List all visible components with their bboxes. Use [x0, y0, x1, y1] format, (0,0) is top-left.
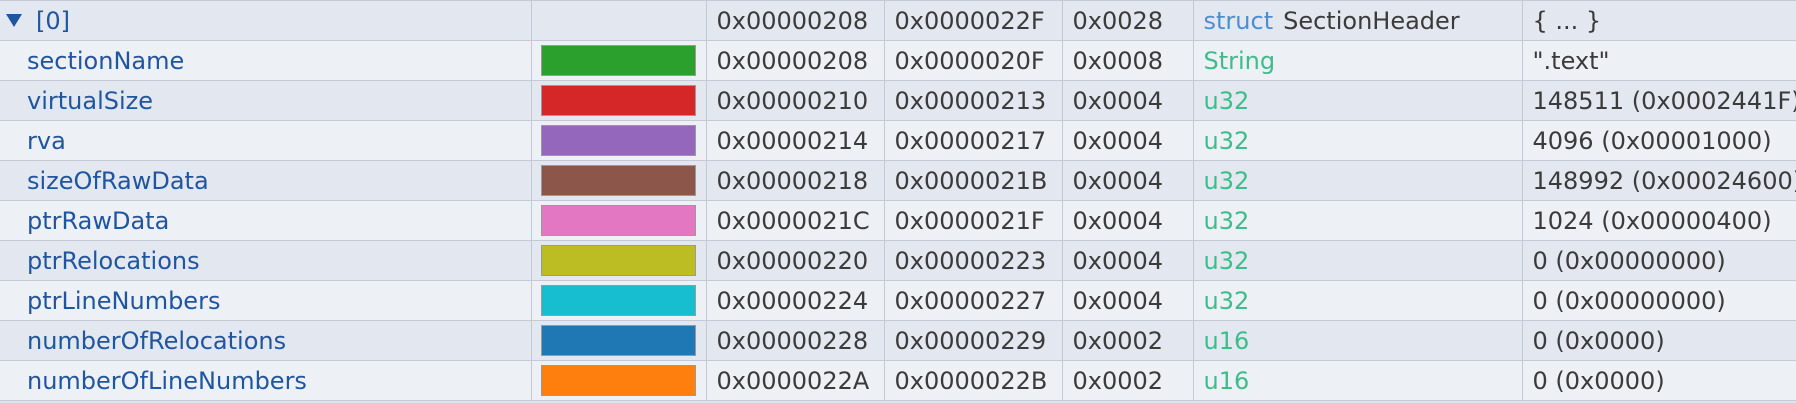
struct-size: 0x0028 — [1062, 0, 1194, 41]
field-start-address: 0x0000022A — [706, 360, 885, 401]
field-color-cell — [531, 240, 707, 281]
field-type: u32 — [1193, 160, 1523, 201]
field-size: 0x0004 — [1062, 200, 1194, 241]
field-value: 0 (0x00000000) — [1522, 280, 1796, 321]
field-size: 0x0004 — [1062, 160, 1194, 201]
field-end-address: 0x00000217 — [884, 120, 1063, 161]
field-end-address: 0x00000213 — [884, 80, 1063, 121]
struct-start-address: 0x00000208 — [706, 0, 885, 41]
field-type: u32 — [1193, 200, 1523, 241]
color-swatch — [540, 365, 696, 396]
struct-type-cell: struct SectionHeader — [1193, 0, 1523, 41]
field-type: u16 — [1193, 360, 1523, 401]
field-type: u32 — [1193, 80, 1523, 121]
color-swatch — [540, 85, 696, 116]
field-end-address: 0x00000229 — [884, 320, 1063, 361]
struct-name-cell[interactable]: [0] — [0, 0, 532, 41]
field-color-cell — [531, 320, 707, 361]
field-size: 0x0002 — [1062, 360, 1194, 401]
field-type: u32 — [1193, 120, 1523, 161]
color-swatch — [540, 45, 696, 76]
field-size: 0x0008 — [1062, 40, 1194, 81]
field-start-address: 0x00000218 — [706, 160, 885, 201]
table-row[interactable]: sizeOfRawData 0x00000218 0x0000021B 0x0004 u… — [0, 160, 1796, 201]
field-name: sizeOfRawData — [0, 160, 532, 201]
color-swatch — [540, 165, 696, 196]
field-size: 0x0004 — [1062, 80, 1194, 121]
field-end-address: 0x00000227 — [884, 280, 1063, 321]
field-value: 0 (0x00000000) — [1522, 240, 1796, 281]
field-value: 0 (0x0000) — [1522, 360, 1796, 401]
struct-value: { ... } — [1522, 0, 1796, 41]
field-name: ptrRelocations — [0, 240, 532, 281]
expand-arrow-icon[interactable] — [6, 13, 22, 27]
struct-type-name: SectionHeader — [1283, 6, 1460, 35]
struct-keyword: struct — [1203, 6, 1274, 35]
field-color-cell — [531, 160, 707, 201]
color-swatch — [540, 205, 696, 236]
field-name: numberOfRelocations — [0, 320, 532, 361]
field-value: 1024 (0x00000400) — [1522, 200, 1796, 241]
table-row[interactable]: sectionName 0x00000208 0x0000020F 0x0008 Str… — [0, 40, 1796, 81]
field-start-address: 0x00000220 — [706, 240, 885, 281]
field-color-cell — [531, 360, 707, 401]
table-row[interactable]: virtualSize 0x00000210 0x00000213 0x0004 u32… — [0, 80, 1796, 121]
field-start-address: 0x00000224 — [706, 280, 885, 321]
field-end-address: 0x0000021F — [884, 200, 1063, 241]
field-start-address: 0x00000228 — [706, 320, 885, 361]
color-swatch — [540, 325, 696, 356]
field-size: 0x0002 — [1062, 320, 1194, 361]
field-size: 0x0004 — [1062, 280, 1194, 321]
field-name: virtualSize — [0, 80, 532, 121]
table-row[interactable]: rva 0x00000214 0x00000217 0x0004 u32 4096 (0x… — [0, 120, 1796, 161]
field-name: ptrLineNumbers — [0, 280, 532, 321]
struct-row[interactable]: [0] 0x00000208 0x0000022F 0x0028 struct S… — [0, 0, 1796, 41]
table-row[interactable]: ptrLineNumbers 0x00000224 0x00000227 0x0004… — [0, 280, 1796, 321]
field-name: sectionName — [0, 40, 532, 81]
field-name: rva — [0, 120, 532, 161]
field-name: numberOfLineNumbers — [0, 360, 532, 401]
field-type: u32 — [1193, 240, 1523, 281]
field-size: 0x0004 — [1062, 240, 1194, 281]
color-swatch — [540, 285, 696, 316]
field-value: 0 (0x0000) — [1522, 320, 1796, 361]
field-color-cell — [531, 200, 707, 241]
field-start-address: 0x00000208 — [706, 40, 885, 81]
field-value: 148992 (0x00024600) — [1522, 160, 1796, 201]
field-type: u16 — [1193, 320, 1523, 361]
color-swatch — [540, 245, 696, 276]
field-value: 4096 (0x00001000) — [1522, 120, 1796, 161]
field-color-cell — [531, 40, 707, 81]
field-name: ptrRawData — [0, 200, 532, 241]
field-start-address: 0x0000021C — [706, 200, 885, 241]
field-color-cell — [531, 120, 707, 161]
table-row[interactable]: ptrRawData 0x0000021C 0x0000021F 0x0004 u32 1… — [0, 200, 1796, 241]
field-value: 148511 (0x0002441F) — [1522, 80, 1796, 121]
field-value: ".text" — [1522, 40, 1796, 81]
color-swatch — [540, 125, 696, 156]
field-type: u32 — [1193, 280, 1523, 321]
field-size: 0x0004 — [1062, 120, 1194, 161]
field-start-address: 0x00000214 — [706, 120, 885, 161]
pattern-data-table: [0] 0x00000208 0x0000022F 0x0028 struct S… — [0, 0, 1796, 401]
table-row[interactable]: numberOfRelocations 0x00000228 0x00000229 0… — [0, 320, 1796, 361]
field-color-cell — [531, 80, 707, 121]
struct-end-address: 0x0000022F — [884, 0, 1063, 41]
field-end-address: 0x0000020F — [884, 40, 1063, 81]
field-color-cell — [531, 280, 707, 321]
field-end-address: 0x0000021B — [884, 160, 1063, 201]
struct-name: [0] — [36, 6, 70, 35]
field-end-address: 0x00000223 — [884, 240, 1063, 281]
field-end-address: 0x0000022B — [884, 360, 1063, 401]
field-start-address: 0x00000210 — [706, 80, 885, 121]
field-type: String — [1193, 40, 1523, 81]
struct-color-cell — [531, 0, 707, 41]
table-row[interactable]: ptrRelocations 0x00000220 0x00000223 0x0004… — [0, 240, 1796, 281]
table-row[interactable]: numberOfLineNumbers 0x0000022A 0x0000022B 0… — [0, 360, 1796, 401]
